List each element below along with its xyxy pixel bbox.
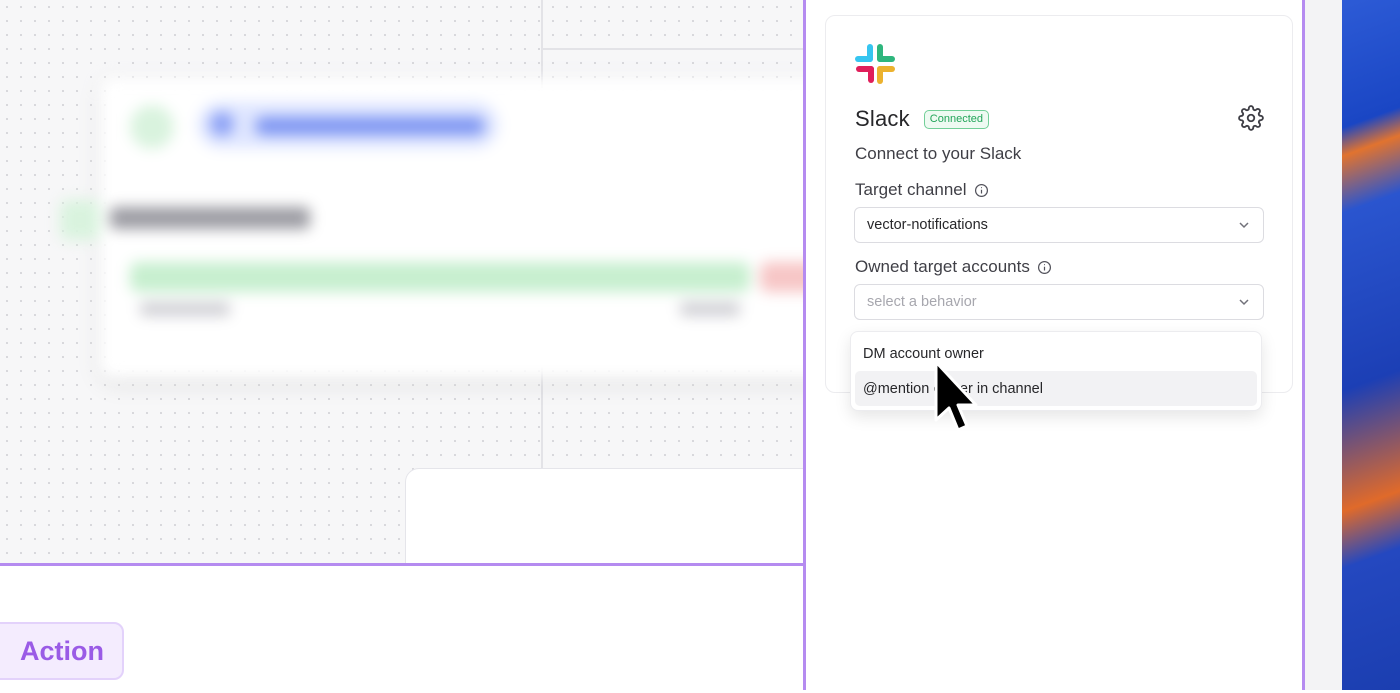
slack-logo-icon	[855, 44, 895, 84]
target-channel-select[interactable]: vector-notifications	[854, 207, 1264, 243]
target-channel-value: vector-notifications	[867, 217, 988, 233]
integration-title: Slack	[855, 106, 910, 131]
desktop-wallpaper	[1342, 0, 1400, 690]
gear-icon[interactable]	[1238, 105, 1264, 131]
chevron-down-icon	[1239, 222, 1249, 229]
action-label: Action	[20, 635, 104, 666]
mouse-pointer-icon	[934, 360, 978, 432]
owned-accounts-label: Owned target accounts	[855, 257, 1052, 277]
window-gap	[1305, 0, 1342, 690]
action-badge[interactable]: Action	[0, 622, 124, 680]
status-badge: Connected	[923, 109, 990, 129]
integration-subtitle: Connect to your Slack	[855, 144, 1022, 163]
flow-canvas[interactable]	[0, 0, 804, 563]
owned-accounts-label-text: Owned target accounts	[855, 257, 1030, 276]
chevron-down-icon	[1239, 299, 1249, 306]
target-channel-label-text: Target channel	[855, 180, 967, 199]
dropdown-option-mention-owner[interactable]: @mention owner in channel	[855, 371, 1257, 406]
target-channel-label: Target channel	[855, 180, 989, 200]
slack-title-row: Slack Connected	[855, 106, 990, 132]
behavior-dropdown-menu: DM account owner @mention owner in chann…	[850, 331, 1262, 411]
owned-accounts-select[interactable]: select a behavior	[854, 284, 1264, 320]
dropdown-option-dm-owner[interactable]: DM account owner	[855, 336, 1257, 371]
info-icon[interactable]	[1037, 260, 1052, 275]
action-panel: Action	[0, 563, 804, 693]
flow-node-card[interactable]	[405, 468, 804, 563]
owned-accounts-placeholder: select a behavior	[867, 294, 977, 310]
info-icon[interactable]	[974, 183, 989, 198]
